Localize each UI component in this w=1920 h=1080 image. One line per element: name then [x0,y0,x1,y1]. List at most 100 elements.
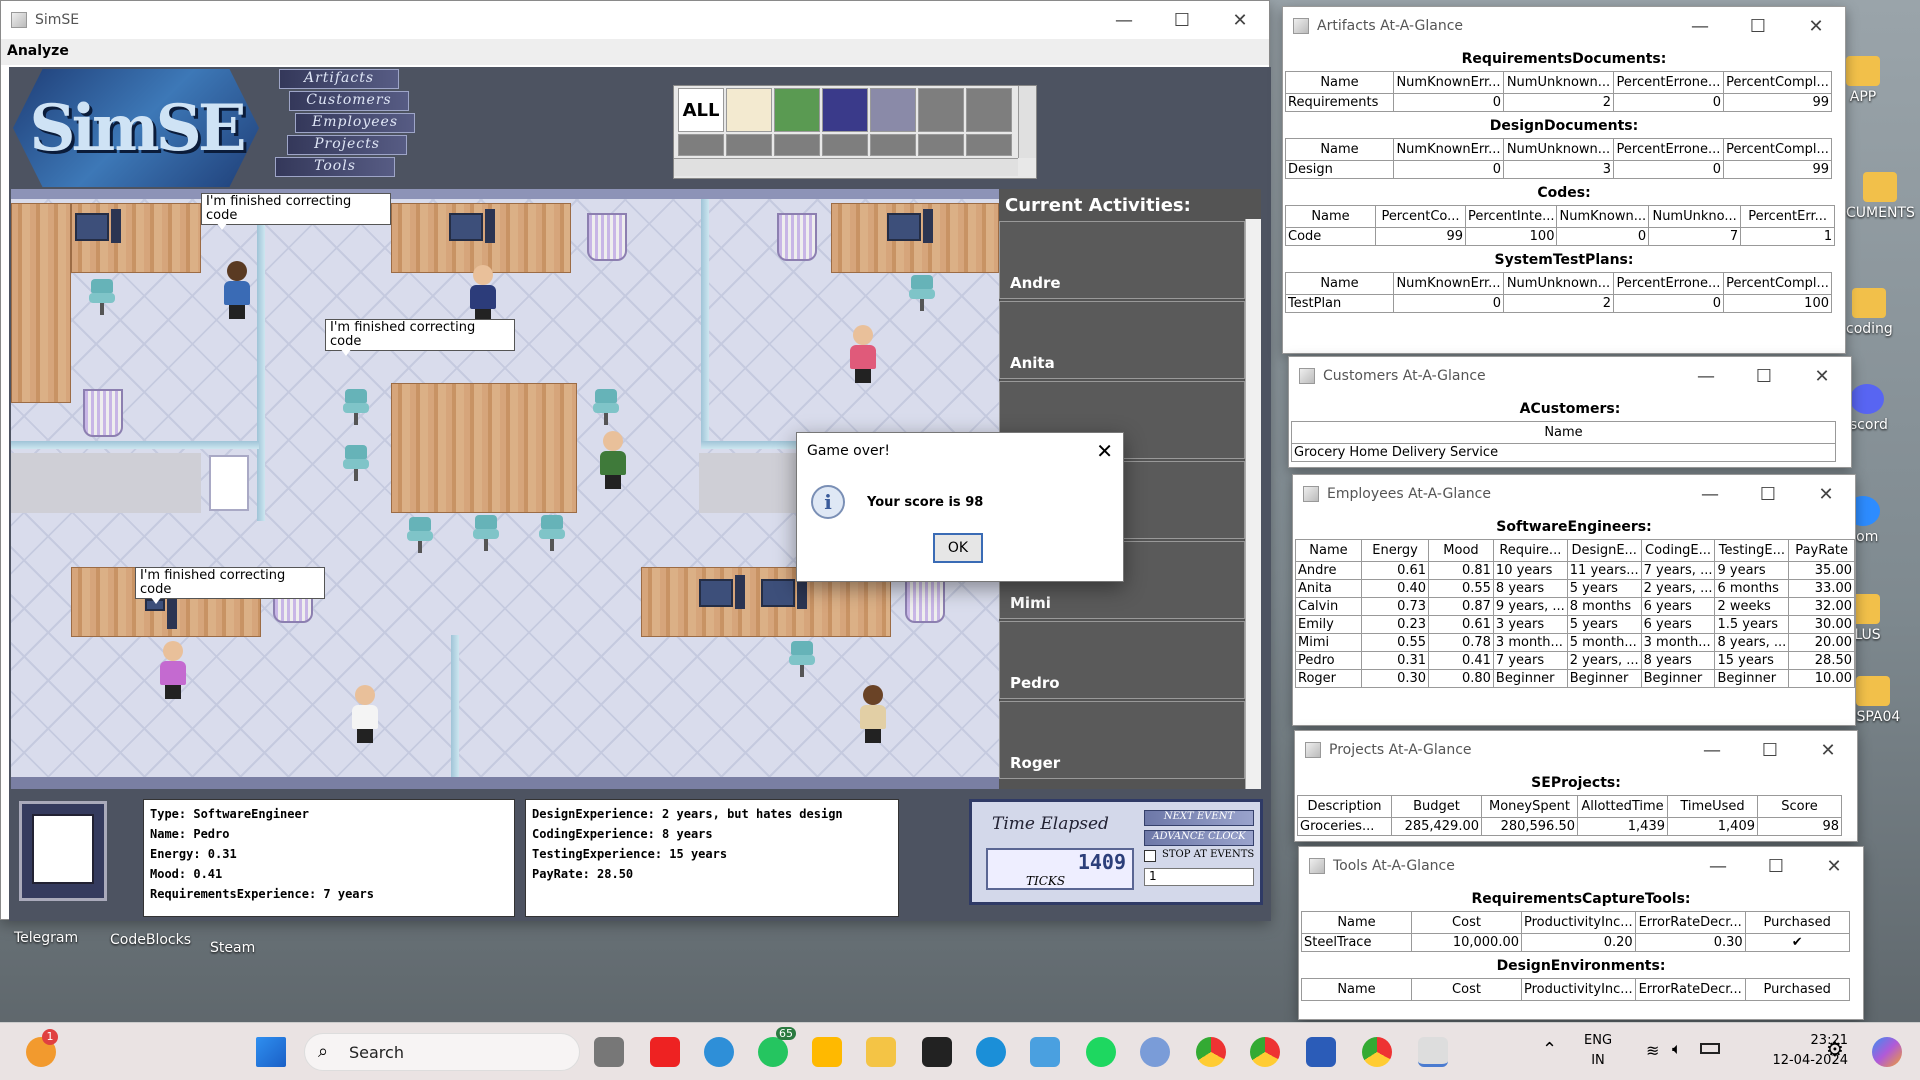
palette-vscrollbar[interactable] [1018,86,1036,158]
whatsapp-icon[interactable] [758,1037,788,1067]
table-row[interactable]: Requirements 0 2 0 99 [1285,93,1832,112]
maximize-icon[interactable]: ☐ [1153,10,1211,31]
artifacts-titlebar[interactable]: Artifacts At-A-Glance — ☐ ✕ [1283,7,1845,45]
nav-artifacts[interactable]: Artifacts [279,69,399,89]
minimize-icon[interactable]: — [1689,856,1747,877]
palette-document-icon[interactable] [726,88,772,132]
minimize-icon[interactable]: — [1683,740,1741,761]
next-event-button[interactable]: NEXT EVENT [1144,810,1254,826]
chevron-up-icon[interactable]: ⌃ [1542,1039,1557,1060]
purchased-checkbox[interactable]: ✔ [1744,933,1850,952]
table-row[interactable]: Design 0 3 0 99 [1285,160,1832,179]
maximize-icon[interactable]: ☐ [1747,856,1805,877]
table-row[interactable]: Pedro 0.31 0.41 7 years 2 years, ... 8 years 1… [1295,651,1855,670]
activity-item[interactable]: Roger [999,701,1245,779]
java-icon[interactable] [1418,1037,1448,1067]
customers-titlebar[interactable]: Customers At-A-Glance — ☐ ✕ [1289,357,1851,395]
palette-code-icon[interactable] [774,88,820,132]
activity-item[interactable]: Anita [999,301,1245,379]
employee-mimi[interactable] [157,641,189,701]
edge-icon[interactable] [976,1037,1006,1067]
table-row[interactable]: Anita 0.40 0.55 8 years 5 years 2 years, ... 6… [1295,579,1855,598]
projects-titlebar[interactable]: Projects At-A-Glance — ☐ ✕ [1295,731,1857,769]
close-icon[interactable]: ✕ [1799,740,1857,761]
minimize-icon[interactable]: — [1681,484,1739,505]
r-app-icon[interactable] [1140,1037,1170,1067]
employee-roger[interactable] [857,685,889,745]
ok-button[interactable]: OK [933,533,983,563]
chrome-icon[interactable] [1250,1037,1280,1067]
maximize-icon[interactable]: ☐ [1729,16,1787,37]
advance-clock-button[interactable]: ADVANCE CLOCK [1144,830,1254,846]
volume-icon[interactable]: 🔈︎ [1672,1039,1682,1059]
desktop-icon-codeblocks[interactable]: CodeBlocks [110,932,191,948]
table-row[interactable]: TestPlan 0 2 0 100 [1285,294,1832,313]
table-row[interactable]: Emily 0.23 0.61 3 years 5 years 6 years 1.5 ye… [1295,615,1855,634]
maximize-icon[interactable]: ☐ [1741,740,1799,761]
maximize-icon[interactable]: ☐ [1735,366,1793,387]
employees-titlebar[interactable]: Employees At-A-Glance — ☐ ✕ [1293,475,1855,513]
tools-titlebar[interactable]: Tools At-A-Glance — ☐ ✕ [1299,847,1863,885]
close-icon[interactable]: ✕ [1787,16,1845,37]
help-icon[interactable] [704,1037,734,1067]
start-icon[interactable] [256,1037,286,1067]
dialog-close-icon[interactable]: ✕ [1096,439,1113,463]
palette-all[interactable]: ALL [678,88,724,132]
search-bar[interactable]: Search [304,1033,580,1071]
minimize-icon[interactable]: — [1095,10,1153,31]
nav-tools[interactable]: Tools [275,157,395,177]
employee-pedro[interactable] [349,685,381,745]
chrome-icon[interactable] [1196,1037,1226,1067]
advance-ticks-input[interactable]: 1 [1144,868,1254,886]
close-icon[interactable]: ✕ [1797,484,1855,505]
stop-at-events-checkbox[interactable] [1144,850,1156,862]
dev-icon[interactable] [922,1037,952,1067]
copilot-icon[interactable] [1872,1037,1902,1067]
activities-scrollbar[interactable] [1245,219,1261,789]
file-explorer-icon[interactable] [866,1037,896,1067]
table-row[interactable]: Groceries... 285,429.00 280,596.50 1,439 1,4… [1297,817,1842,836]
notepad-icon[interactable] [1030,1037,1060,1067]
minimize-icon[interactable]: — [1677,366,1735,387]
settings-icon[interactable]: ⚙ [1826,1037,1844,1061]
battery-icon[interactable] [1700,1043,1720,1054]
desktop-icon-coding[interactable]: coding [1846,288,1893,337]
close-icon[interactable]: ✕ [1805,856,1863,877]
employee-andre[interactable] [221,261,253,321]
table-row[interactable]: Grocery Home Delivery Service [1291,443,1836,462]
desktop-icon-discord[interactable]: iscord [1846,384,1888,433]
table-row[interactable]: SteelTrace 10,000.00 0.20 0.30 ✔ [1301,933,1850,952]
menu-analyze[interactable]: Analyze [7,43,69,59]
desktop-icon-steam[interactable]: Steam [210,940,255,956]
palette-disk-icon[interactable] [870,88,916,132]
employee-emily[interactable] [597,431,629,491]
maximize-icon[interactable]: ☐ [1739,484,1797,505]
desktop-icon-app[interactable]: APP [1846,56,1880,105]
palette-hscrollbar[interactable] [674,158,1018,176]
employee-anita[interactable] [847,325,879,385]
language-indicator[interactable]: ENG IN [1584,1031,1612,1071]
activity-item[interactable]: Pedro [999,621,1245,699]
minimize-icon[interactable]: — [1671,16,1729,37]
table-row[interactable]: Mimi 0.55 0.78 3 month... 5 month... 3 month.… [1295,633,1855,652]
nav-projects[interactable]: Projects [287,135,407,155]
nav-employees[interactable]: Employees [295,113,415,133]
app-diamond-icon[interactable] [650,1037,680,1067]
table-row[interactable]: Andre 0.61 0.81 10 years 11 years... 7 years,… [1295,561,1855,580]
word-icon[interactable] [1306,1037,1336,1067]
task-view-icon[interactable] [594,1037,624,1067]
spotify-icon[interactable] [1086,1037,1116,1067]
table-row[interactable]: Roger 0.30 0.80 Beginner Beginner Beginner Beg… [1295,669,1855,688]
wifi-icon[interactable]: ≋ [1646,1041,1659,1060]
chrome-icon[interactable] [1362,1037,1392,1067]
nav-customers[interactable]: Customers [289,91,409,111]
desktop-icon-documents[interactable]: CUMENTS [1846,172,1915,221]
table-row[interactable]: Code 99 100 0 7 1 [1285,227,1836,246]
simse-titlebar[interactable]: SimSE — ☐ ✕ [1,1,1269,39]
microsoft-store-icon[interactable] [812,1037,842,1067]
table-row[interactable]: Calvin 0.73 0.87 9 years, ... 8 months 6 year… [1295,597,1855,616]
activity-item[interactable]: Andre [999,221,1245,299]
close-icon[interactable]: ✕ [1793,366,1851,387]
palette-globe-icon[interactable] [822,88,868,132]
close-icon[interactable]: ✕ [1211,10,1269,31]
